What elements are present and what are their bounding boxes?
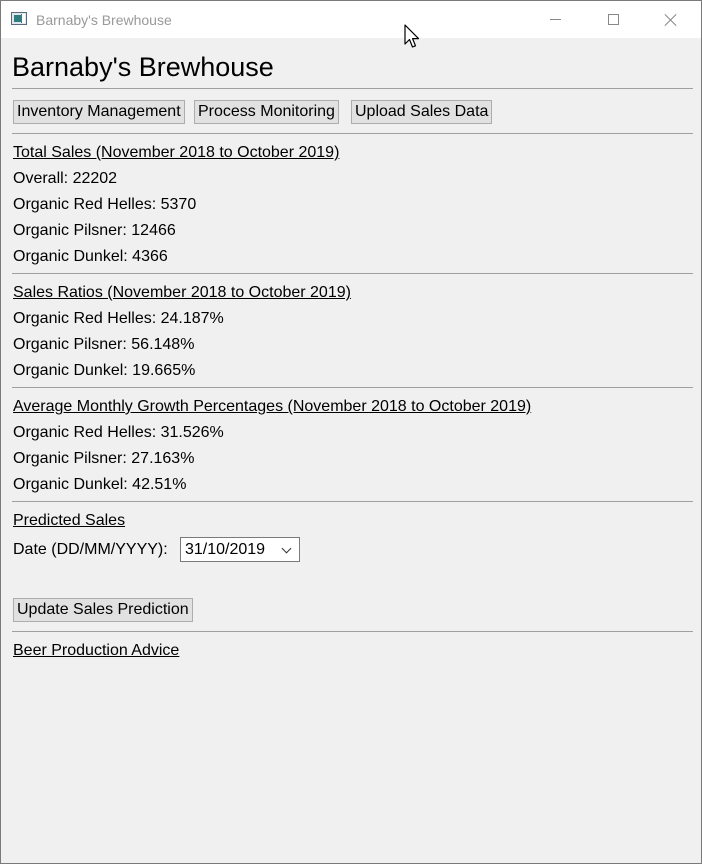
ratio-red-helles: Organic Red Helles: 24.187% xyxy=(13,310,224,327)
growth-red-helles: Organic Red Helles: 31.526% xyxy=(13,424,224,441)
app-window-icon xyxy=(11,12,27,25)
app-window: Barnaby's Brewhouse Barnaby's Brewhouse … xyxy=(0,0,702,864)
ratio-pilsner: Organic Pilsner: 56.148% xyxy=(13,336,195,353)
sales-ratios-title: Sales Ratios (November 2018 to October 2… xyxy=(13,284,351,301)
maximize-icon xyxy=(607,14,619,25)
date-picker[interactable]: 31/10/2019 xyxy=(180,537,300,562)
divider xyxy=(12,88,693,89)
date-label: Date (DD/MM/YYYY): xyxy=(13,541,168,558)
minimize-icon xyxy=(549,19,561,20)
page-title: Barnaby's Brewhouse xyxy=(12,52,274,82)
close-button[interactable] xyxy=(648,1,694,38)
growth-title: Average Monthly Growth Percentages (Nove… xyxy=(13,398,532,415)
divider xyxy=(12,501,693,502)
growth-dunkel: Organic Dunkel: 42.51% xyxy=(13,476,187,493)
title-bar[interactable]: Barnaby's Brewhouse xyxy=(1,1,701,38)
chevron-down-icon[interactable] xyxy=(281,543,292,554)
beer-production-advice-title: Beer Production Advice xyxy=(13,642,180,659)
divider xyxy=(12,273,693,274)
inventory-management-button[interactable]: Inventory Management xyxy=(13,100,185,124)
divider xyxy=(12,133,693,134)
process-monitoring-button[interactable]: Process Monitoring xyxy=(194,100,339,124)
divider xyxy=(12,387,693,388)
close-icon xyxy=(664,13,678,27)
total-sales-dunkel: Organic Dunkel: 4366 xyxy=(13,248,168,265)
divider xyxy=(12,631,693,632)
minimize-button[interactable] xyxy=(532,1,578,38)
growth-pilsner: Organic Pilsner: 27.163% xyxy=(13,450,195,467)
date-value: 31/10/2019 xyxy=(185,541,266,558)
total-sales-title: Total Sales (November 2018 to October 20… xyxy=(13,144,340,161)
total-sales-red-helles: Organic Red Helles: 5370 xyxy=(13,196,197,213)
window-title: Barnaby's Brewhouse xyxy=(36,12,172,28)
upload-sales-data-button[interactable]: Upload Sales Data xyxy=(351,100,493,124)
ratio-dunkel: Organic Dunkel: 19.665% xyxy=(13,362,196,379)
total-sales-overall: Overall: 22202 xyxy=(13,170,118,187)
maximize-button[interactable] xyxy=(590,1,636,38)
update-sales-prediction-button[interactable]: Update Sales Prediction xyxy=(13,598,193,622)
predicted-sales-title: Predicted Sales xyxy=(13,512,126,529)
total-sales-pilsner: Organic Pilsner: 12466 xyxy=(13,222,176,239)
mouse-cursor-icon xyxy=(404,24,420,48)
